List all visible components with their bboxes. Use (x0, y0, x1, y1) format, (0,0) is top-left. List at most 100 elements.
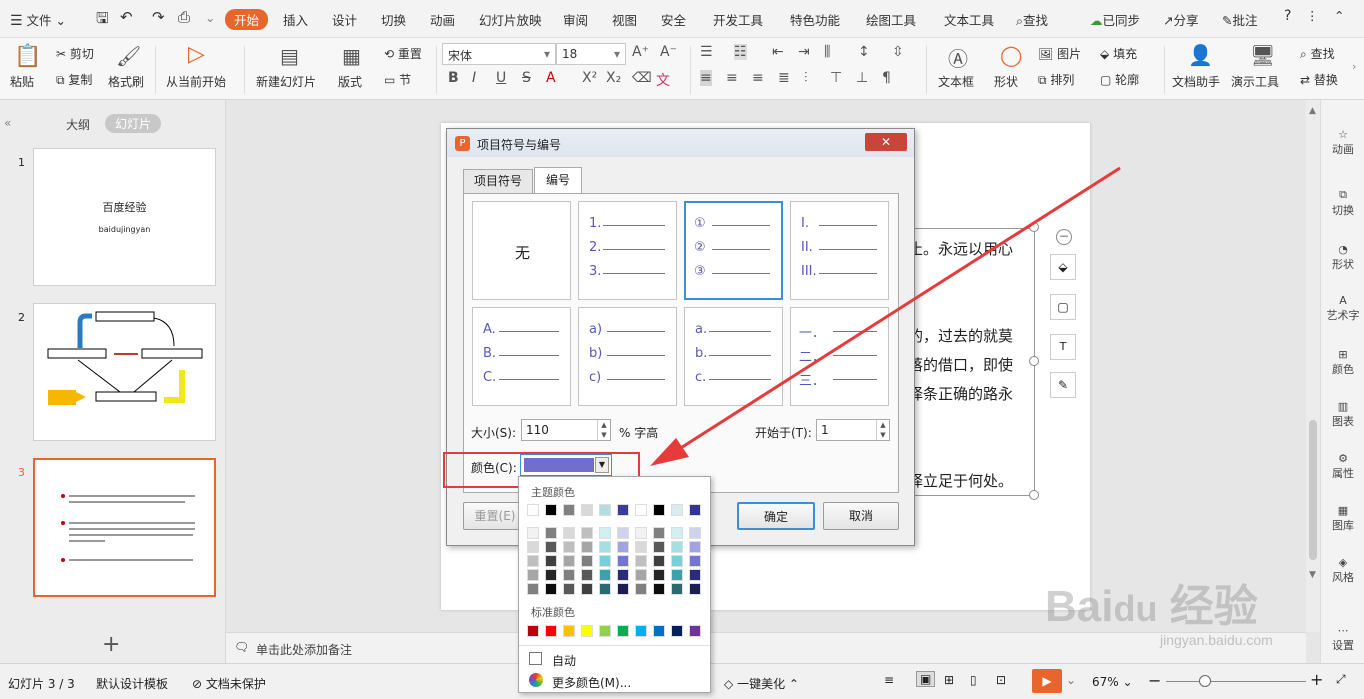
numbering-style-circled[interactable]: ① ② ③ (684, 201, 783, 300)
bold-icon[interactable]: B (448, 70, 459, 86)
play-slideshow-button[interactable]: ▶ (1032, 669, 1062, 693)
side-animation[interactable]: ☆ 动画 (1321, 128, 1364, 157)
theme-shade-swatch[interactable] (581, 583, 593, 595)
align-text-icon[interactable]: ⊥ (856, 70, 868, 86)
theme-shade-swatch[interactable] (653, 527, 665, 539)
tab-slides[interactable]: 幻灯片 (105, 114, 162, 133)
tab-animation[interactable]: 动画 (430, 10, 455, 29)
increase-indent-icon[interactable]: ⇥ (798, 44, 810, 60)
search-button[interactable]: ⌕查找 (1016, 10, 1048, 29)
font-color-icon[interactable]: A (546, 70, 556, 86)
start-at-input[interactable]: 1 ▲ ▼ (816, 419, 890, 441)
theme-shade-swatch[interactable] (527, 527, 539, 539)
distribute-icon[interactable]: ⫶ (804, 70, 808, 86)
tab-developer[interactable]: 开发工具 (713, 10, 763, 29)
tab-transition[interactable]: 切换 (381, 10, 406, 29)
theme-shade-swatch[interactable] (599, 555, 611, 567)
font-shrink-icon[interactable]: A⁻ (660, 44, 677, 60)
zoom-slider-thumb[interactable] (1199, 675, 1211, 687)
tab-home[interactable]: 开始 (225, 9, 269, 30)
standard-color-swatch[interactable] (689, 625, 701, 637)
theme-shade-swatch[interactable] (689, 555, 701, 567)
standard-color-swatch[interactable] (563, 625, 575, 637)
fill-button[interactable]: ⬙ 填充 (1100, 45, 1137, 62)
theme-shade-swatch[interactable] (653, 541, 665, 553)
theme-color-swatch[interactable] (563, 504, 575, 516)
theme-shade-swatch[interactable] (581, 527, 593, 539)
italic-icon[interactable]: I (472, 70, 476, 86)
resize-handle[interactable] (1029, 490, 1039, 500)
auto-color-checkbox[interactable] (529, 652, 542, 665)
theme-shade-swatch[interactable] (527, 583, 539, 595)
theme-shade-swatch[interactable] (635, 569, 647, 581)
theme-shade-swatch[interactable] (653, 569, 665, 581)
copy-button[interactable]: ⧉ 复制 (56, 71, 92, 88)
auto-color-option[interactable]: 自动 (552, 652, 576, 669)
standard-color-swatch[interactable] (581, 625, 593, 637)
present-tools-button[interactable]: 演示工具 (1231, 73, 1279, 90)
theme-shade-swatch[interactable] (563, 541, 575, 553)
theme-shade-swatch[interactable] (581, 569, 593, 581)
tab-insert[interactable]: 插入 (283, 10, 308, 29)
collapse-ribbon-icon[interactable]: ⌃ (1334, 8, 1344, 23)
text-style-icon[interactable]: T (1050, 334, 1076, 360)
theme-shade-swatch[interactable] (617, 583, 629, 595)
theme-shade-swatch[interactable] (545, 583, 557, 595)
theme-shade-swatch[interactable] (563, 527, 575, 539)
dialog-titlebar[interactable]: P 项目符号与编号 ✕ (447, 129, 914, 157)
scroll-up-icon[interactable]: ▲ (1309, 106, 1316, 116)
comment-button[interactable]: ✎批注 (1222, 10, 1258, 29)
outline-tool-icon[interactable]: ▢ (1050, 294, 1076, 320)
reset-button[interactable]: ⟲ 重置 (384, 45, 422, 62)
theme-shade-swatch[interactable] (545, 569, 557, 581)
find-button[interactable]: ⌕ 查找 (1300, 45, 1335, 62)
sorter-view-icon[interactable]: ⊞ (944, 673, 954, 687)
theme-shade-swatch[interactable] (563, 555, 575, 567)
side-style[interactable]: ◈ 风格 (1321, 556, 1364, 585)
font-size-select[interactable]: 18 ▾ (556, 43, 626, 65)
underline-icon[interactable]: U (496, 70, 506, 86)
ribbon-scroll-icon[interactable]: › (1352, 60, 1356, 73)
outline-button[interactable]: ▢ 轮廓 (1100, 71, 1139, 88)
theme-shade-swatch[interactable] (635, 527, 647, 539)
view-menu-icon[interactable]: ≡ (884, 673, 894, 687)
start-spinner-icon[interactable]: ▲ ▼ (876, 420, 889, 440)
numbering-style-arabic[interactable]: 1. 2. 3. (578, 201, 677, 300)
align-left-icon[interactable]: ≡ (700, 70, 712, 86)
textbox-button[interactable]: 文本框 (938, 73, 974, 90)
theme-color-swatch[interactable] (617, 504, 629, 516)
quick-access-dropdown-icon[interactable]: ⌄ (205, 10, 215, 25)
theme-color-swatch[interactable] (599, 504, 611, 516)
eraser-icon[interactable]: ⌫ (632, 70, 652, 86)
paste-icon[interactable]: 📋 (14, 44, 41, 69)
side-wordart[interactable]: A 艺术字 (1321, 294, 1364, 323)
fill-tool-icon[interactable]: ⬙ (1050, 254, 1076, 280)
theme-color-swatch[interactable] (527, 504, 539, 516)
standard-color-swatch[interactable] (653, 625, 665, 637)
scroll-thumb[interactable] (1309, 420, 1317, 560)
standard-color-swatch[interactable] (545, 625, 557, 637)
font-grow-icon[interactable]: A⁺ (632, 44, 649, 60)
standard-color-swatch[interactable] (599, 625, 611, 637)
text-direction-icon[interactable]: ↕ (858, 44, 870, 60)
new-slide-icon[interactable]: ▤ (280, 44, 299, 68)
new-slide-button[interactable]: 新建幻灯片 (256, 73, 316, 90)
tab-security[interactable]: 安全 (661, 10, 686, 29)
standard-color-swatch[interactable] (635, 625, 647, 637)
size-spinner-icon[interactable]: ▲ ▼ (597, 420, 610, 440)
numbering-style-lower-alpha[interactable]: a. b. c. (684, 307, 783, 406)
phonetic-icon[interactable]: 文 (656, 70, 670, 90)
standard-color-swatch[interactable] (617, 625, 629, 637)
more-icon[interactable]: ⋮ (1306, 8, 1319, 23)
side-chart[interactable]: ▥ 图表 (1321, 400, 1364, 429)
theme-shade-swatch[interactable] (527, 541, 539, 553)
theme-shade-swatch[interactable] (635, 555, 647, 567)
side-properties[interactable]: ⚙ 属性 (1321, 452, 1364, 481)
align-center-icon[interactable]: ≡ (726, 70, 738, 86)
cut-button[interactable]: ✂ 剪切 (56, 45, 94, 62)
theme-shade-swatch[interactable] (671, 527, 683, 539)
shape-button[interactable]: 形状 (994, 73, 1018, 90)
protect-status[interactable]: ⊘ 文档未保护 (192, 675, 266, 692)
shape-icon[interactable]: ◯ (1000, 43, 1022, 67)
align-right-icon[interactable]: ≡ (752, 70, 764, 86)
